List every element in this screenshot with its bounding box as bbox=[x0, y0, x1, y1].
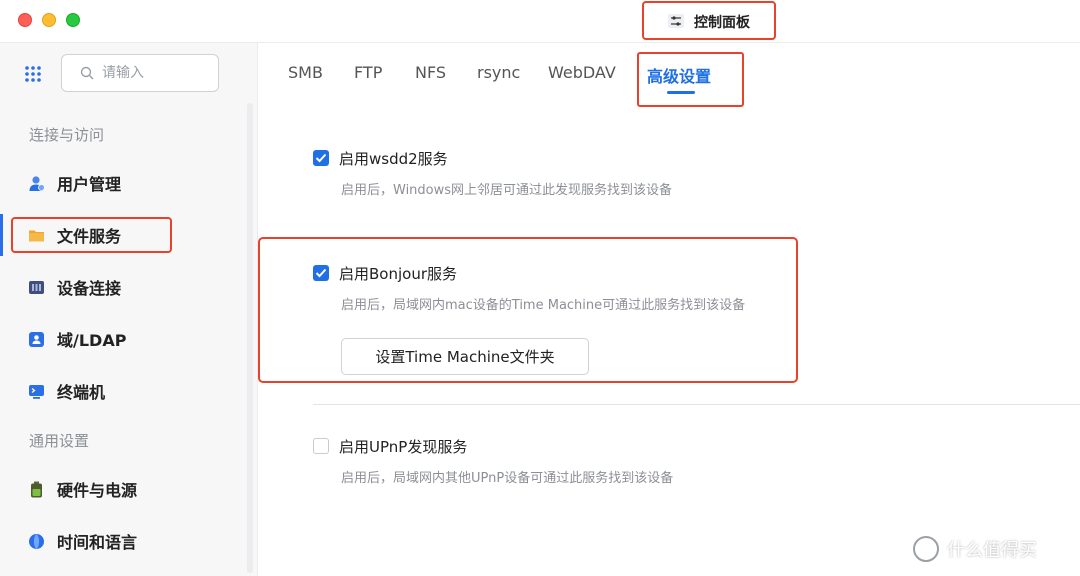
upnp-description: 启用后，局域网内其他UPnP设备可通过此服务找到该设备 bbox=[341, 471, 674, 486]
minimize-window-button[interactable] bbox=[42, 13, 56, 27]
checkmark-icon bbox=[315, 268, 327, 278]
section-label-access: 连接与访问 bbox=[29, 126, 105, 144]
sidebar: 连接与访问 用户管理 文件服务 设备连接 域/LDAP bbox=[0, 43, 258, 576]
sidebar-item-label: 设备连接 bbox=[57, 279, 122, 298]
globe-icon bbox=[29, 533, 44, 549]
search-box[interactable] bbox=[61, 54, 219, 92]
active-indicator bbox=[0, 214, 3, 256]
domain-icon bbox=[29, 331, 44, 347]
sidebar-item-time-language[interactable]: 时间和语言 bbox=[28, 528, 137, 554]
window-title: 控制面板 bbox=[694, 15, 750, 31]
sidebar-item-users[interactable]: 用户管理 bbox=[28, 170, 121, 196]
maximize-window-button[interactable] bbox=[66, 13, 80, 27]
wsdd2-checkbox[interactable] bbox=[313, 150, 329, 166]
apps-grid-icon[interactable] bbox=[24, 65, 42, 83]
sidebar-item-label: 终端机 bbox=[57, 383, 106, 402]
folder-icon bbox=[29, 230, 44, 241]
bonjour-checkbox[interactable] bbox=[313, 265, 329, 281]
device-icon bbox=[29, 280, 44, 294]
tab-webdav[interactable]: WebDAV bbox=[548, 63, 616, 82]
upnp-checkbox[interactable] bbox=[313, 438, 329, 454]
wsdd2-title: 启用wsdd2服务 bbox=[339, 150, 448, 168]
tab-highlight-box bbox=[637, 52, 744, 107]
section-label-general: 通用设置 bbox=[29, 432, 90, 450]
sidebar-item-file-services[interactable]: 文件服务 bbox=[28, 222, 121, 248]
watermark-text: 什么值得买 bbox=[947, 540, 1037, 561]
bonjour-title: 启用Bonjour服务 bbox=[339, 265, 457, 283]
tab-rsync[interactable]: rsync bbox=[477, 63, 520, 82]
sidebar-item-label: 时间和语言 bbox=[57, 533, 138, 552]
terminal-icon bbox=[29, 384, 44, 399]
search-icon bbox=[80, 66, 94, 80]
sidebar-item-device-connection[interactable]: 设备连接 bbox=[28, 274, 121, 300]
sidebar-item-label: 域/LDAP bbox=[57, 331, 127, 350]
sidebar-item-terminal[interactable]: 终端机 bbox=[28, 378, 105, 404]
watermark: 什么值得买 bbox=[913, 534, 1037, 564]
sidebar-item-label: 硬件与电源 bbox=[57, 481, 138, 500]
divider bbox=[313, 404, 1080, 405]
tab-bar: SMB FTP NFS rsync WebDAV 高级设置 bbox=[258, 43, 1080, 107]
upnp-title: 启用UPnP发现服务 bbox=[339, 438, 468, 456]
title-bar: 控制面板 bbox=[0, 0, 1080, 43]
tab-nfs[interactable]: NFS bbox=[415, 63, 446, 82]
sliders-icon bbox=[668, 14, 684, 28]
tab-ftp[interactable]: FTP bbox=[354, 63, 382, 82]
sidebar-item-hardware-power[interactable]: 硬件与电源 bbox=[28, 476, 137, 502]
checkmark-icon bbox=[315, 153, 327, 163]
sidebar-item-domain-ldap[interactable]: 域/LDAP bbox=[28, 326, 126, 352]
watermark-logo-icon bbox=[913, 536, 939, 562]
tab-smb[interactable]: SMB bbox=[288, 63, 323, 82]
bonjour-description: 启用后，局域网内mac设备的Time Machine可通过此服务找到该设备 bbox=[341, 298, 746, 313]
sidebar-item-label: 用户管理 bbox=[57, 175, 122, 194]
sidebar-scrollbar[interactable] bbox=[247, 103, 253, 573]
window-title-highlight: 控制面板 bbox=[642, 1, 776, 40]
battery-icon bbox=[31, 481, 42, 497]
sidebar-item-label: 文件服务 bbox=[57, 227, 122, 246]
users-icon bbox=[29, 175, 45, 191]
search-input[interactable] bbox=[102, 63, 210, 83]
wsdd2-description: 启用后，Windows网上邻居可通过此发现服务找到该设备 bbox=[341, 183, 673, 198]
close-window-button[interactable] bbox=[18, 13, 32, 27]
time-machine-folder-button[interactable]: 设置Time Machine文件夹 bbox=[341, 338, 589, 375]
